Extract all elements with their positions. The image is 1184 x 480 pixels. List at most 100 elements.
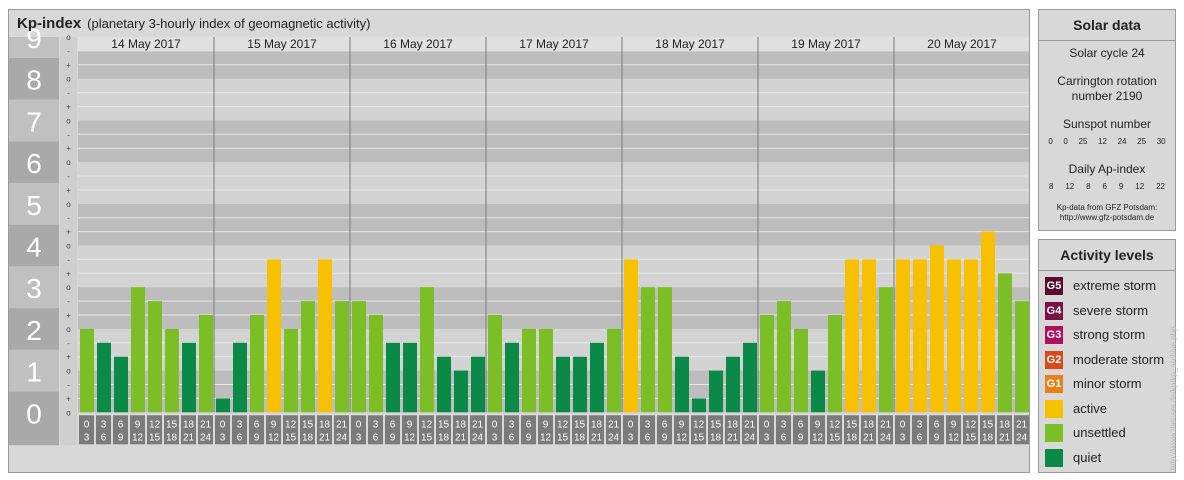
y-minor-tick-label: o [66, 242, 71, 251]
y-tick-label: 3 [26, 273, 42, 304]
legend-label: strong storm [1073, 327, 1146, 342]
ap-index-value: 9 [1118, 182, 1124, 191]
hour-start-label: 18 [455, 419, 467, 430]
hour-start-label: 21 [1016, 419, 1028, 430]
kp-chart: 0123456789o+-o+-o+-o+-o+-o+-o+-o+-o+-o 14… [9, 23, 1029, 446]
hour-end-label: 12 [948, 432, 960, 443]
legend-label: minor storm [1073, 376, 1142, 391]
solar-cycle: Solar cycle 24 [1069, 46, 1145, 60]
y-minor-tick-label: + [66, 394, 71, 403]
kp-bar [658, 287, 672, 413]
legend-item: G4 severe storm [1045, 301, 1173, 321]
kp-band [78, 120, 1029, 163]
hour-end-label: 9 [526, 432, 532, 443]
hour-end-label: 12 [268, 432, 280, 443]
y-minor-tick-label: + [66, 103, 71, 112]
kp-bar [148, 301, 162, 413]
hour-end-label: 15 [149, 432, 161, 443]
carrington-rotation-line1: Carrington rotation [1057, 74, 1157, 88]
hour-end-label: 6 [645, 432, 651, 443]
hour-start-label: 18 [863, 419, 875, 430]
hour-end-label: 9 [390, 432, 396, 443]
kp-bar [998, 273, 1012, 413]
kp-bar [828, 315, 842, 413]
kp-bar [879, 287, 893, 413]
hour-end-label: 3 [84, 432, 90, 443]
kp-bar [913, 259, 927, 413]
y-minor-tick-label: - [67, 47, 70, 56]
kp-bar [165, 328, 179, 413]
kp-bar [301, 301, 315, 413]
hour-start-label: 9 [815, 419, 821, 430]
hour-start-label: 21 [608, 419, 620, 430]
hour-start-label: 3 [509, 419, 515, 430]
sunspot-value: 24 [1117, 137, 1127, 146]
hour-start-label: 6 [526, 419, 532, 430]
kp-bar [250, 315, 264, 413]
solar-data-title: Solar data [1039, 10, 1175, 41]
ap-index-value: 12 [1065, 182, 1075, 191]
legend-swatch [1045, 399, 1063, 418]
kp-band [78, 245, 1029, 288]
legend-swatch: G5 [1045, 277, 1063, 295]
legend-label: quiet [1073, 449, 1102, 465]
hour-end-label: 3 [900, 432, 906, 443]
hour-start-label: 3 [781, 419, 787, 430]
hour-start-label: 12 [693, 419, 705, 430]
kp-bar [930, 245, 944, 413]
kp-bar [641, 287, 655, 413]
kp-bar [709, 370, 723, 413]
kp-bar [675, 356, 689, 413]
sunspot-value: 25 [1137, 137, 1147, 146]
hour-start-label: 21 [472, 419, 484, 430]
y-minor-tick-label: + [66, 144, 71, 153]
hour-start-label: 18 [319, 419, 331, 430]
hour-start-label: 6 [118, 419, 124, 430]
date-label: 16 May 2017 [383, 37, 453, 51]
legend-label: extreme storm [1073, 278, 1157, 293]
hour-start-label: 21 [744, 419, 756, 430]
data-source-line2[interactable]: http://www.gfz-potsdam.de [1039, 213, 1175, 222]
kp-bar [777, 301, 791, 413]
hour-end-label: 15 [285, 432, 297, 443]
kp-bar [114, 356, 128, 413]
chart-title-main: Kp-index [17, 15, 82, 32]
sunspot-values: 0 0 25 12 24 25 30 [1039, 137, 1175, 146]
hour-end-label: 24 [200, 432, 212, 443]
date-label: 18 May 2017 [655, 37, 725, 51]
kp-bar [131, 287, 145, 413]
hour-start-label: 12 [557, 419, 569, 430]
activity-levels-title: Activity levels [1039, 240, 1175, 271]
y-tick-label: 0 [26, 398, 42, 429]
y-minor-tick-label: + [66, 228, 71, 237]
kp-bar [539, 328, 553, 413]
hour-start-label: 18 [999, 419, 1011, 430]
hour-start-label: 21 [336, 419, 348, 430]
legend-item: unsettled [1045, 423, 1173, 443]
kp-bar [199, 315, 213, 413]
hour-start-label: 15 [166, 419, 178, 430]
ap-index-value: 8 [1048, 182, 1054, 191]
kp-bar [403, 342, 417, 413]
chart-subtitle: (planetary 3-hourly index of geomagnetic… [87, 16, 371, 31]
hour-end-label: 24 [1016, 432, 1028, 443]
y-minor-tick-label: o [66, 283, 71, 292]
hour-start-label: 9 [951, 419, 957, 430]
hour-end-label: 21 [999, 432, 1011, 443]
hour-start-label: 3 [917, 419, 923, 430]
date-label: 14 May 2017 [111, 37, 181, 51]
hour-start-label: 6 [390, 419, 396, 430]
y-minor-tick-label: o [66, 33, 71, 42]
kp-bar [352, 301, 366, 413]
sunspot-value: 12 [1098, 137, 1107, 146]
kp-bar [556, 356, 570, 413]
sunspot-value: 0 [1063, 137, 1068, 146]
date-label: 20 May 2017 [927, 37, 997, 51]
source-credit: http://www.theuser.de/kp/kp_archive.php [1169, 326, 1178, 470]
y-minor-tick-label: - [67, 255, 70, 264]
kp-bar [437, 356, 451, 413]
y-tick-label: 7 [26, 106, 42, 137]
y-tick-label: 5 [26, 190, 42, 221]
kp-bar [896, 259, 910, 413]
hour-end-label: 18 [438, 432, 450, 443]
